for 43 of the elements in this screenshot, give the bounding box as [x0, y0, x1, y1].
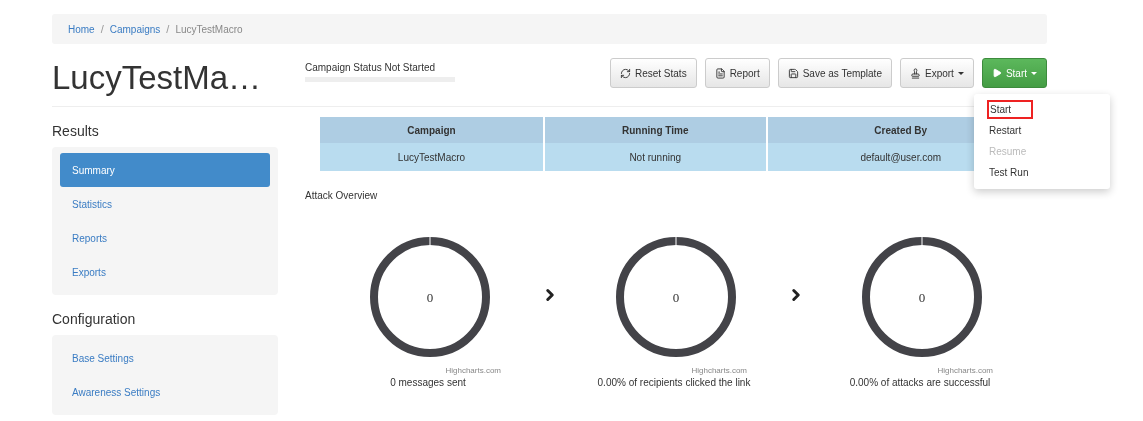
gauge-caption: 0.00% of recipients clicked the link	[597, 377, 751, 388]
page-title: LucyTestMa…	[52, 58, 263, 98]
breadcrumb-link[interactable]: Home	[68, 23, 95, 35]
table-cell: Not running	[545, 143, 766, 171]
floppy-icon	[787, 67, 799, 79]
breadcrumb-link[interactable]: Campaigns	[109, 23, 161, 35]
breadcrumb-current: LucyTestMacro	[175, 23, 243, 35]
template-button[interactable]: Save as Template	[777, 58, 892, 88]
menu-item[interactable]: Start	[989, 102, 1031, 117]
donut-gauge: 0	[615, 236, 737, 358]
start-button[interactable]: Start	[981, 58, 1047, 88]
chart-credit[interactable]: Highcharts.com	[445, 366, 501, 375]
nav-item[interactable]: Summary	[60, 153, 270, 187]
export-button[interactable]: Export	[899, 58, 974, 88]
breadcrumb-separator: /	[100, 23, 104, 35]
nav-item[interactable]: Exports	[60, 255, 270, 289]
campaign-status: Campaign Status Not Started	[305, 62, 437, 73]
refresh-icon	[619, 67, 631, 79]
table-cell: LucyTestMacro	[320, 143, 543, 171]
section-title: Results	[52, 123, 100, 139]
column-header: Running Time	[545, 117, 766, 143]
document-icon	[714, 67, 726, 79]
overview-title: Attack Overview	[305, 190, 379, 201]
nav-item[interactable]: Statistics	[60, 187, 270, 221]
menu-item[interactable]: Restart	[988, 123, 1023, 138]
breadcrumb-separator: /	[166, 23, 170, 35]
nav-item[interactable]: Reports	[60, 221, 270, 255]
nav-item[interactable]: Awareness Settings	[60, 375, 270, 409]
report-button[interactable]: Report	[704, 58, 770, 88]
column-header: Campaign	[320, 117, 543, 143]
donut-gauge: 0	[861, 236, 983, 358]
stamp-icon	[909, 67, 921, 79]
gauge-caption: 0.00% of attacks are successful	[849, 377, 991, 388]
caret-icon	[957, 71, 964, 75]
section-title: Configuration	[52, 311, 137, 327]
reset-button[interactable]: Reset Stats	[609, 58, 697, 88]
donut-gauge: 0	[369, 236, 491, 358]
caret-icon	[1031, 71, 1037, 75]
chart-credit[interactable]: Highcharts.com	[691, 366, 747, 375]
gauge-caption: 0 messages sent	[390, 377, 466, 388]
chart-credit[interactable]: Highcharts.com	[937, 366, 993, 375]
play-icon	[991, 68, 1002, 78]
nav-item[interactable]: Base Settings	[60, 341, 270, 375]
